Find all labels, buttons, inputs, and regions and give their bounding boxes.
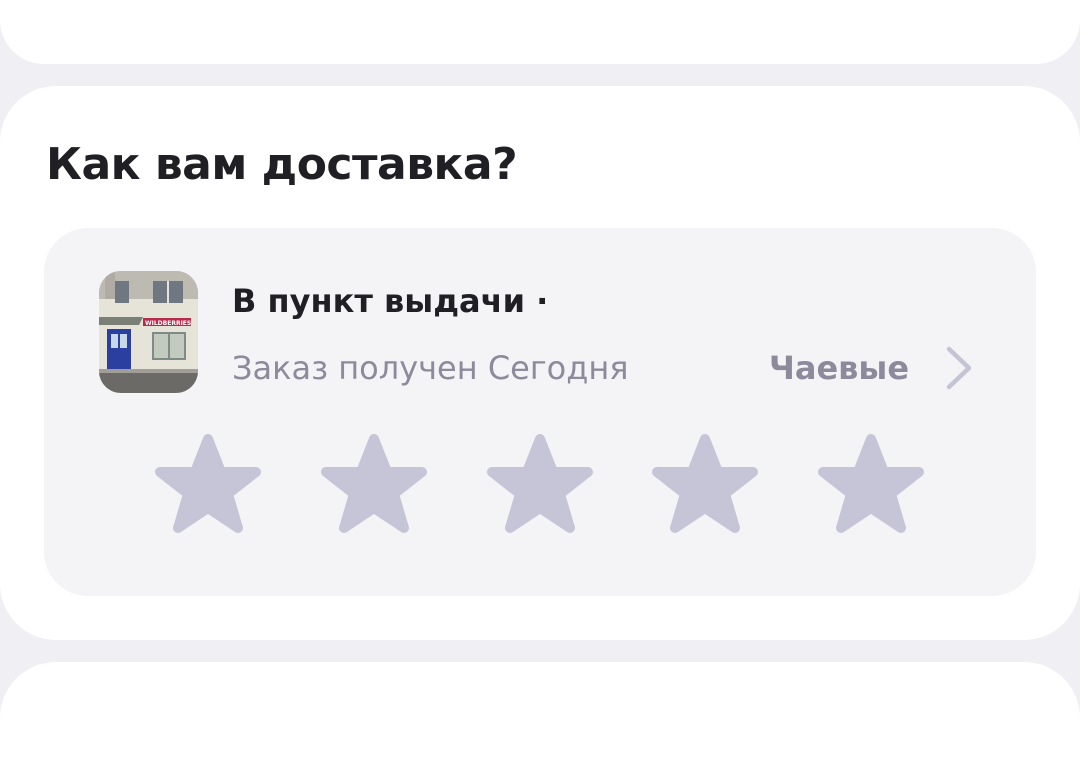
star-icon[interactable] bbox=[649, 432, 761, 540]
tips-button[interactable]: Чаевые bbox=[760, 340, 988, 396]
pickup-point-title: В пункт выдачи · bbox=[232, 282, 549, 320]
pickup-point-photo: WILDBERRIES bbox=[99, 271, 198, 393]
svg-text:WILDBERRIES: WILDBERRIES bbox=[145, 320, 191, 327]
star-icon[interactable] bbox=[484, 432, 596, 540]
star-icon[interactable] bbox=[815, 432, 927, 540]
previous-card bbox=[0, 0, 1080, 64]
chevron-right-icon bbox=[944, 344, 978, 396]
star-icon[interactable] bbox=[318, 432, 430, 540]
section-title: Как вам доставка? bbox=[46, 139, 518, 190]
order-status: Заказ получен Сегодня bbox=[232, 349, 629, 387]
star-icon[interactable] bbox=[152, 432, 264, 540]
star-rating bbox=[152, 432, 932, 540]
tips-label: Чаевые bbox=[769, 349, 910, 387]
next-card bbox=[0, 662, 1080, 782]
